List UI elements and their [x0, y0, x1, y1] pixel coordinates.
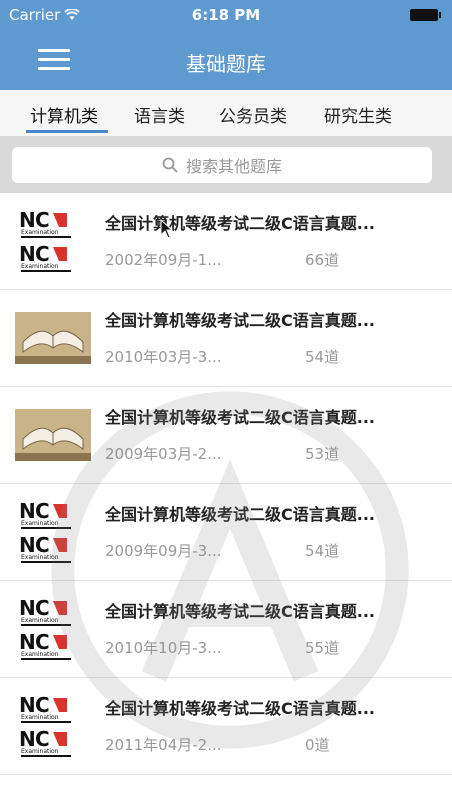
list-item[interactable]: 全国计算机等级考试二级C语言真题... 2009年03月-2... 53道 [0, 387, 452, 484]
list-item[interactable]: N C Examination N C Examination 全国计算机等级考试二级C语言… [0, 484, 452, 581]
list-item[interactable]: N C Examination N C Examination 全国计算机等级考试二级C语言… [0, 581, 452, 678]
item-question-count: 66道 [305, 251, 340, 269]
item-date: 2009年09月-3... [105, 542, 222, 560]
item-date: 2011年04月-2... [105, 736, 222, 754]
ncre-logo-thumbnail: N C Examination N C Examination [15, 690, 91, 762]
question-bank-list: N C Examination N C Examination 全国计算机等级考试二级C语言… [0, 193, 452, 785]
svg-text:Examination: Examination [21, 229, 59, 236]
search-input[interactable]: 搜索其他题库 [12, 147, 432, 183]
mouse-cursor-icon [160, 219, 174, 239]
item-title: 全国计算机等级考试二级C语言真题... [105, 214, 375, 233]
book-thumbnail [15, 302, 91, 374]
list-item[interactable]: 全国计算机等级考试二级C语言真题... 2010年03月-3... 54道 [0, 290, 452, 387]
svg-text:Examination: Examination [21, 520, 59, 527]
clock: 6:18 PM [191, 6, 261, 24]
svg-text:Examination: Examination [21, 651, 59, 658]
item-date: 2010年10月-3... [105, 639, 222, 657]
item-title: 全国计算机等级考试二级C语言真题... [105, 408, 375, 427]
svg-text:Examination: Examination [21, 554, 59, 561]
item-question-count: 0道 [305, 736, 330, 754]
category-tabs: 计算机类 语言类 公务员类 研究生类 [0, 90, 452, 137]
status-bar: Carrier 6:18 PM [0, 0, 452, 30]
item-question-count: 54道 [305, 348, 340, 366]
nav-bar: 基础题库 [0, 30, 452, 90]
list-item[interactable]: N C Examination N C Examination 全国计算机等级考试二级C语言… [0, 678, 452, 775]
list-item[interactable]: N C Examination N C Examination 全国计算机等级考试二级C语言… [0, 193, 452, 290]
item-date: 2002年09月-1... [105, 251, 222, 269]
battery-icon [410, 9, 441, 21]
search-icon [162, 157, 178, 173]
svg-text:Examination: Examination [21, 714, 59, 721]
book-thumbnail [15, 399, 91, 471]
svg-text:Examination: Examination [21, 748, 59, 755]
active-tab-indicator [26, 130, 108, 133]
ncre-logo-thumbnail: N C Examination N C Examination [15, 205, 91, 277]
svg-text:Examination: Examination [21, 263, 59, 270]
item-title: 全国计算机等级考试二级C语言真题... [105, 699, 375, 718]
item-date: 2009年03月-2... [105, 445, 222, 463]
tab-graduate[interactable]: 研究生类 [324, 102, 392, 127]
search-bar: 搜索其他题库 [0, 137, 452, 193]
item-date: 2010年03月-3... [105, 348, 222, 366]
ncre-logo-thumbnail: N C Examination N C Examination [15, 593, 91, 665]
tab-computer[interactable]: 计算机类 [30, 102, 98, 127]
svg-text:Examination: Examination [21, 617, 59, 624]
item-question-count: 54道 [305, 542, 340, 560]
item-title: 全国计算机等级考试二级C语言真题... [105, 311, 375, 330]
page-title: 基础题库 [186, 52, 266, 76]
item-title: 全国计算机等级考试二级C语言真题... [105, 602, 375, 621]
tab-language[interactable]: 语言类 [134, 102, 185, 127]
tab-civil-service[interactable]: 公务员类 [219, 102, 287, 127]
item-question-count: 53道 [305, 445, 340, 463]
search-placeholder: 搜索其他题库 [185, 157, 282, 176]
ncre-logo-thumbnail: N C Examination N C Examination [15, 496, 91, 568]
item-question-count: 55道 [305, 639, 340, 657]
item-title: 全国计算机等级考试二级C语言真题... [105, 505, 375, 524]
